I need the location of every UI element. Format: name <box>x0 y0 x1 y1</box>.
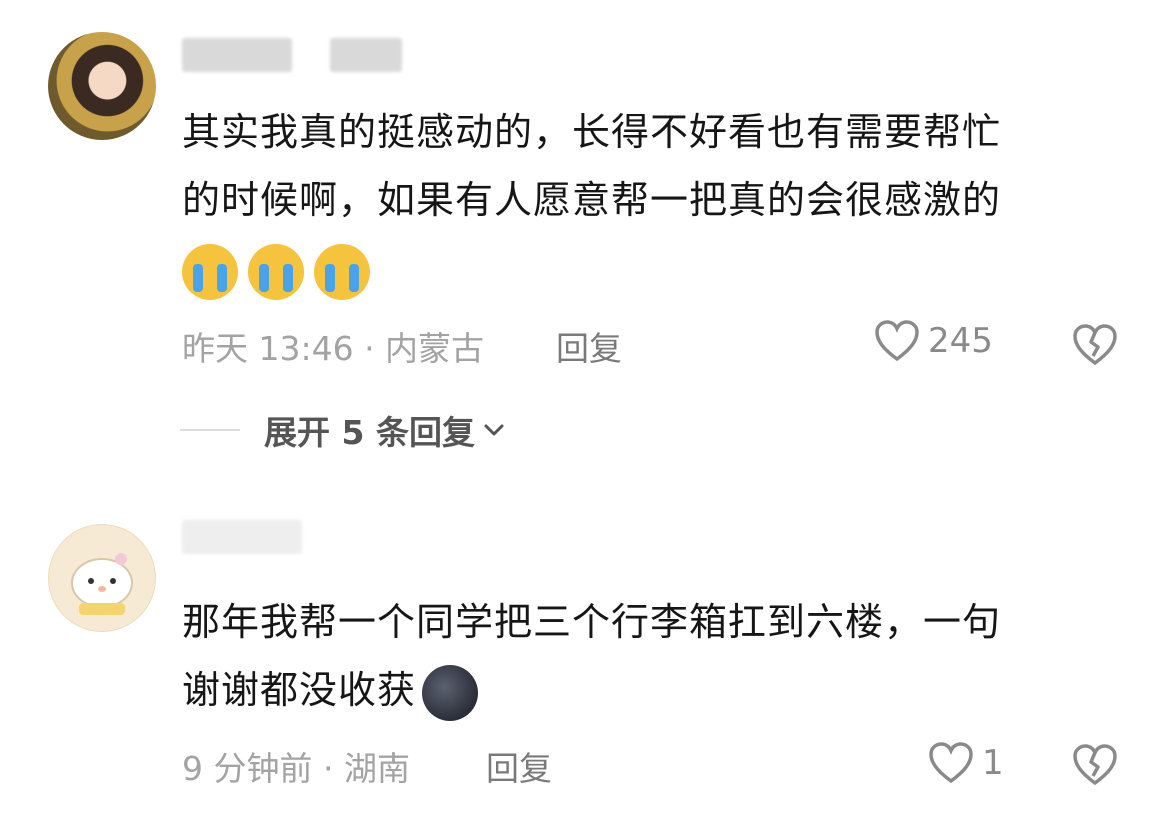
loudly-crying-face-icon <box>314 244 370 300</box>
avatar[interactable] <box>48 32 156 140</box>
like-button[interactable]: 1 <box>928 742 1004 784</box>
comment-meta: 昨天 13:46 · 内蒙古 <box>182 329 485 368</box>
like-count: 1 <box>982 743 1004 783</box>
username-blurred[interactable] <box>182 520 302 554</box>
comment-text: 其实我真的挺感动的，长得不好看也有需要帮忙 的时候啊，如果有人愿意帮一把真的会很… <box>182 98 1122 234</box>
broken-heart-icon[interactable] <box>1072 324 1118 366</box>
divider <box>180 429 240 431</box>
comment-item: 那年我帮一个同学把三个行李箱扛到六楼，一句 谢谢都没收获 9 分钟前 · 湖南 … <box>0 500 1170 819</box>
like-button[interactable]: 245 <box>874 320 993 362</box>
comment-text-line: 其实我真的挺感动的，长得不好看也有需要帮忙 <box>182 110 1002 154</box>
comment-meta: 9 分钟前 · 湖南 <box>182 749 410 788</box>
loudly-crying-face-icon <box>182 244 238 300</box>
avatar[interactable] <box>48 524 156 632</box>
comment-text: 那年我帮一个同学把三个行李箱扛到六楼，一句 谢谢都没收获 <box>182 588 1122 724</box>
comment-text-fragment: 谢谢都没收获 <box>182 668 417 712</box>
username-blurred-part[interactable] <box>330 38 402 72</box>
comment-text-line: 的时候啊，如果有人愿意帮一把真的会很感激的 <box>182 178 1002 222</box>
expand-replies-button[interactable]: 展开 5 条回复 <box>180 406 505 454</box>
loudly-crying-face-icon <box>248 244 304 300</box>
comment-item: 其实我真的挺感动的，长得不好看也有需要帮忙 的时候啊，如果有人愿意帮一把真的会很… <box>0 0 1170 470</box>
broken-heart-icon[interactable] <box>1072 744 1118 786</box>
expand-replies-label: 展开 5 条回复 <box>264 413 475 452</box>
heart-icon <box>929 742 973 784</box>
chevron-down-icon <box>484 424 504 436</box>
comment-text-line: 那年我帮一个同学把三个行李箱扛到六楼，一句 <box>182 600 1002 644</box>
like-count: 245 <box>928 321 993 361</box>
emoji-row <box>182 244 380 306</box>
cartoon-cat-avatar-icon <box>71 553 133 615</box>
reply-button[interactable]: 回复 <box>556 322 622 370</box>
heart-icon <box>875 320 919 362</box>
username-blurred[interactable] <box>182 38 292 72</box>
comment-text-line: 谢谢都没收获 <box>182 656 1122 724</box>
new-moon-face-icon <box>422 664 479 721</box>
reply-button[interactable]: 回复 <box>486 742 552 790</box>
